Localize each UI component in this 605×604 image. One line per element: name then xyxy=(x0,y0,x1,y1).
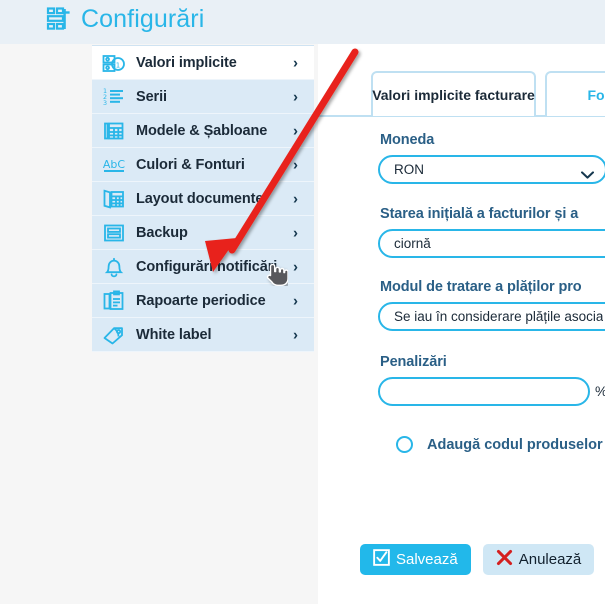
sidebar-item-rapoarte-periodice[interactable]: Rapoarte periodice › xyxy=(92,284,314,318)
chevron-right-icon: › xyxy=(293,326,298,343)
backup-drive-icon xyxy=(101,221,127,245)
document-layout-icon xyxy=(101,187,127,211)
sidebar-item-serii[interactable]: 123 Serii › xyxy=(92,80,314,114)
cancel-button-label: Anulează xyxy=(518,551,582,568)
tab-furnizori[interactable]: Form xyxy=(545,71,605,116)
chevron-right-icon: › xyxy=(293,292,298,309)
numbered-list-icon: 123 xyxy=(101,85,127,109)
sidebar-item-layout-documente[interactable]: Layout documente › xyxy=(92,182,314,216)
settings-menu: 1 Valori implicite › 123 Serii › Modele … xyxy=(92,45,314,352)
sidebar-item-culori-fonturi[interactable]: AbC Culori & Fonturi › xyxy=(92,148,314,182)
app-root: Configurări 1 Valori implicite › 1 2 3 S… xyxy=(0,0,605,604)
sidebar-item-label: White label xyxy=(136,326,212,343)
tab-label: Form xyxy=(587,86,605,103)
chevron-right-icon: › xyxy=(293,258,298,275)
svg-text:1: 1 xyxy=(116,61,120,69)
chevron-right-icon: › xyxy=(293,122,298,139)
save-button-label: Salvează xyxy=(396,551,458,568)
svg-text:3: 3 xyxy=(103,99,107,107)
save-button[interactable]: Salvează xyxy=(360,544,471,575)
sidebar-item-label: Modele & Șabloane xyxy=(136,122,268,139)
field-label: Starea inițială a facturilor și a xyxy=(380,206,579,222)
radio-circle-icon xyxy=(396,436,413,453)
content-panel: Valori implicite facturare Form Moneda R… xyxy=(318,44,605,604)
chevron-down-icon xyxy=(581,166,594,179)
moneda-select[interactable]: RON xyxy=(378,155,605,184)
bell-icon xyxy=(101,255,127,279)
sidebar-item-label: Culori & Fonturi xyxy=(136,156,245,173)
sidebar-item-backup[interactable]: Backup › xyxy=(92,216,314,250)
sidebar-item-label: Configurări notificări xyxy=(136,258,278,275)
sidebar-item-label: Serii xyxy=(136,88,167,105)
moneda-value: RON xyxy=(394,162,424,177)
settings-grid-icon xyxy=(46,6,72,32)
abc-font-icon: AbC xyxy=(101,153,127,177)
page-title: Configurări xyxy=(81,5,205,33)
money-stack-icon: 1 xyxy=(101,51,127,75)
starea-initiala-value: ciornă xyxy=(394,236,431,251)
sidebar-item-label: Layout documente xyxy=(136,190,264,207)
app-header: Configurări xyxy=(0,0,605,44)
tab-label: Valori implicite facturare xyxy=(372,86,535,103)
radio-label: Adaugă codul produselor xyxy=(427,436,603,453)
field-label: Modul de tratare a plăților pro xyxy=(380,279,582,295)
header-title-group: Configurări xyxy=(46,4,204,34)
chevron-right-icon: › xyxy=(293,156,298,173)
penalizari-input[interactable] xyxy=(378,377,590,406)
starea-initiala-select[interactable]: ciornă xyxy=(378,229,605,258)
sidebar-item-label: Valori implicite xyxy=(136,54,237,71)
checkbox-check-icon xyxy=(373,548,390,571)
sidebar-item-label: Rapoarte periodice xyxy=(136,292,266,309)
clipboard-icon xyxy=(101,289,127,313)
x-mark-icon xyxy=(496,549,513,571)
tab-valori-implicite-facturare[interactable]: Valori implicite facturare xyxy=(371,71,536,116)
chevron-right-icon: › xyxy=(293,224,298,241)
sidebar-item-white-label[interactable]: White label › xyxy=(92,318,314,352)
penalizari-percent-suffix: % xyxy=(595,383,605,399)
radio-adauga-codul-produselor[interactable]: Adaugă codul produselor xyxy=(396,436,603,453)
pointing-hand-cursor xyxy=(266,263,288,286)
chevron-right-icon: › xyxy=(293,190,298,207)
tag-label-icon xyxy=(101,323,127,347)
cancel-button[interactable]: Anulează xyxy=(482,544,595,575)
form-actions: Salvează Anulează xyxy=(360,544,595,575)
svg-text:AbC: AbC xyxy=(103,158,126,171)
sidebar-item-valori-implicite[interactable]: 1 Valori implicite › xyxy=(92,46,314,80)
field-label: Penalizări xyxy=(380,354,447,370)
sidebar-item-modele-sabloane[interactable]: Modele & Șabloane › xyxy=(92,114,314,148)
sidebar-item-label: Backup xyxy=(136,224,188,241)
chevron-right-icon: › xyxy=(293,54,298,71)
chevron-right-icon: › xyxy=(293,88,298,105)
tab-bar: Valori implicite facturare Form xyxy=(318,71,605,117)
templates-icon xyxy=(101,119,127,143)
field-label: Moneda xyxy=(380,132,435,148)
modul-tratare-value: Se iau în considerare plățile asocia xyxy=(394,309,604,324)
modul-tratare-select[interactable]: Se iau în considerare plățile asocia xyxy=(378,302,605,331)
